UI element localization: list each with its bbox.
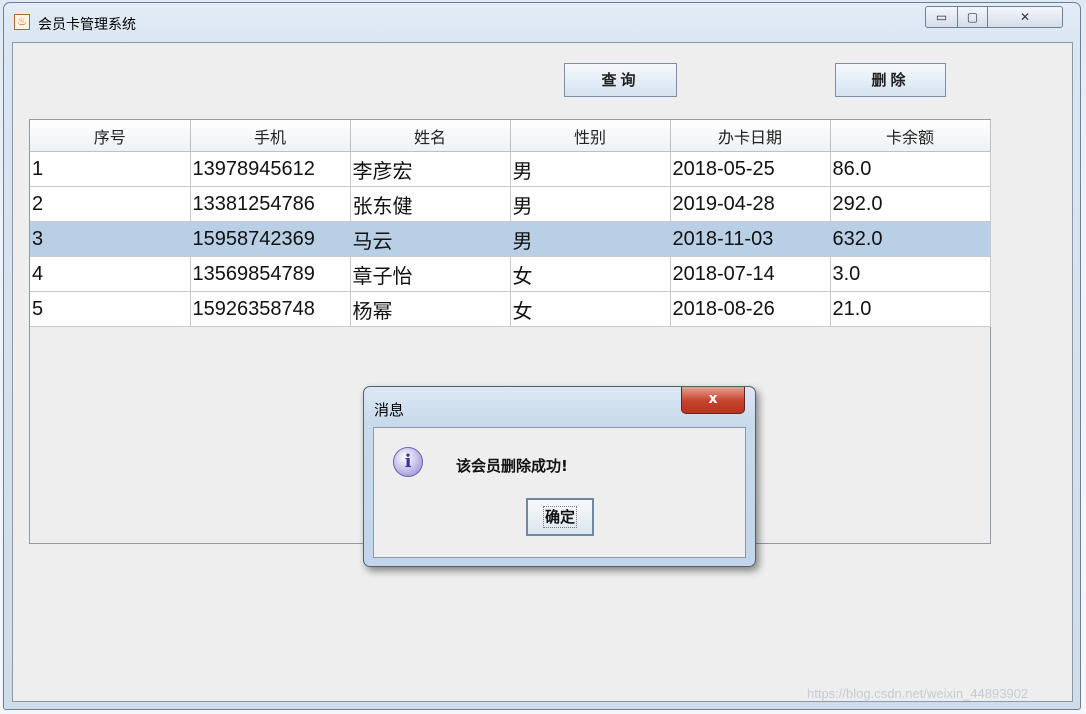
cell-balance[interactable]: 86.0 [830, 151, 991, 187]
cell-balance[interactable]: 632.0 [830, 221, 991, 257]
dialog-close-button[interactable]: x [681, 387, 745, 414]
cell-balance[interactable]: 292.0 [830, 186, 991, 222]
cell-index[interactable]: 2 [30, 186, 191, 222]
cell-name[interactable]: 马云 [350, 221, 511, 257]
cell-gender[interactable]: 女 [510, 256, 671, 292]
minimize-button[interactable]: ▭ [925, 6, 958, 28]
column-header-date[interactable]: 办卡日期 [670, 120, 831, 152]
main-window: ♨ 会员卡管理系统 ▭ ▢ ✕ 查询 删除 序号 手机 姓名 性别 办卡日期 卡… [3, 2, 1081, 710]
cell-balance[interactable]: 21.0 [830, 291, 991, 327]
table-row-selected[interactable]: 3 15958742369 马云 男 2018-11-03 632.0 [30, 221, 991, 257]
content-panel: 查询 删除 序号 手机 姓名 性别 办卡日期 卡余额 1 13978945612… [12, 42, 1073, 702]
table-header-row: 序号 手机 姓名 性别 办卡日期 卡余额 [30, 120, 991, 152]
cell-phone[interactable]: 15926358748 [190, 291, 351, 327]
ok-button[interactable]: 确定 [526, 498, 594, 536]
cell-index[interactable]: 5 [30, 291, 191, 327]
table-row[interactable]: 1 13978945612 李彦宏 男 2018-05-25 86.0 [30, 151, 991, 187]
ok-button-label: 确定 [542, 506, 577, 528]
column-header-balance[interactable]: 卡余额 [830, 120, 991, 152]
cell-name[interactable]: 章子怡 [350, 256, 511, 292]
column-header-gender[interactable]: 性别 [510, 120, 671, 152]
query-button[interactable]: 查询 [564, 63, 677, 97]
member-table: 序号 手机 姓名 性别 办卡日期 卡余额 1 13978945612 李彦宏 男 [30, 120, 991, 327]
watermark-text: https://blog.csdn.net/weixin_44893902 [807, 686, 1029, 701]
cell-date[interactable]: 2018-07-14 [670, 256, 831, 292]
table-row[interactable]: 4 13569854789 章子怡 女 2018-07-14 3.0 [30, 256, 991, 292]
cell-name[interactable]: 杨幂 [350, 291, 511, 327]
column-header-phone[interactable]: 手机 [190, 120, 351, 152]
cell-phone[interactable]: 13569854789 [190, 256, 351, 292]
dialog-message: 该会员删除成功! [456, 457, 568, 475]
table-row[interactable]: 2 13381254786 张东健 男 2019-04-28 292.0 [30, 186, 991, 222]
close-window-button[interactable]: ✕ [987, 6, 1063, 28]
cell-gender[interactable]: 女 [510, 291, 671, 327]
cell-balance[interactable]: 3.0 [830, 256, 991, 292]
cell-gender[interactable]: 男 [510, 221, 671, 257]
maximize-button[interactable]: ▢ [957, 6, 988, 28]
cell-gender[interactable]: 男 [510, 186, 671, 222]
cell-name[interactable]: 李彦宏 [350, 151, 511, 187]
title-bar[interactable]: ♨ 会员卡管理系统 ▭ ▢ ✕ [4, 3, 1080, 41]
delete-button[interactable]: 删除 [835, 63, 946, 97]
dialog-title: 消息 [374, 401, 405, 419]
cell-gender[interactable]: 男 [510, 151, 671, 187]
cell-date[interactable]: 2019-04-28 [670, 186, 831, 222]
column-header-index[interactable]: 序号 [30, 120, 191, 152]
cell-phone[interactable]: 13381254786 [190, 186, 351, 222]
cell-index[interactable]: 1 [30, 151, 191, 187]
cell-date[interactable]: 2018-05-25 [670, 151, 831, 187]
cell-phone[interactable]: 15958742369 [190, 221, 351, 257]
window-title: 会员卡管理系统 [38, 17, 136, 33]
cell-date[interactable]: 2018-08-26 [670, 291, 831, 327]
column-header-name[interactable]: 姓名 [350, 120, 511, 152]
cell-index[interactable]: 3 [30, 221, 191, 257]
dialog-body: i 该会员删除成功! 确定 [373, 427, 746, 558]
info-icon: i [393, 447, 423, 477]
table-row[interactable]: 5 15926358748 杨幂 女 2018-08-26 21.0 [30, 291, 991, 327]
java-app-icon: ♨ [14, 14, 30, 30]
message-dialog: 消息 x i 该会员删除成功! 确定 [363, 386, 756, 567]
cell-name[interactable]: 张东健 [350, 186, 511, 222]
cell-phone[interactable]: 13978945612 [190, 151, 351, 187]
cell-index[interactable]: 4 [30, 256, 191, 292]
cell-date[interactable]: 2018-11-03 [670, 221, 831, 257]
